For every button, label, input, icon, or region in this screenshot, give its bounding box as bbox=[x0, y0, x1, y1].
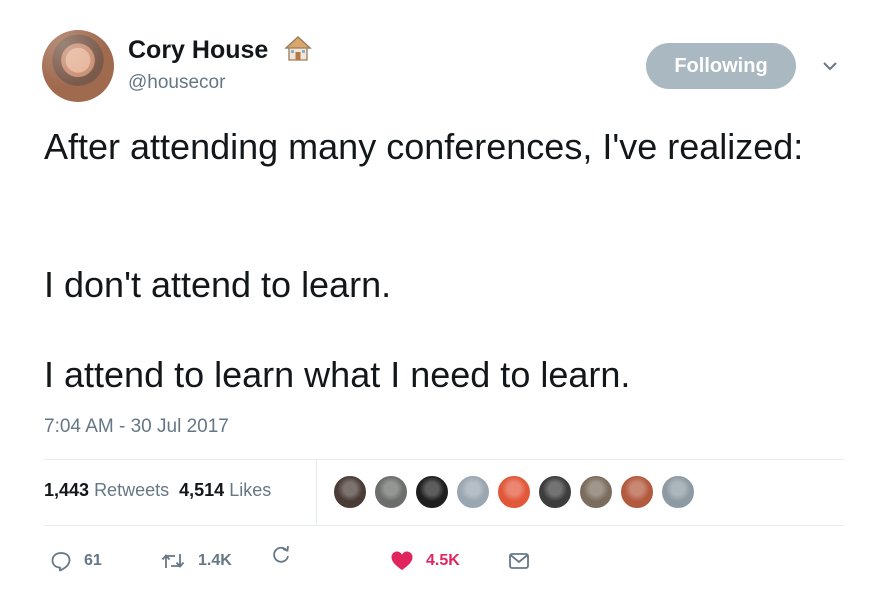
likes-count: 4,514 bbox=[179, 480, 225, 500]
sync-icon bbox=[273, 545, 289, 563]
reply-icon bbox=[51, 552, 71, 572]
like-count: 4.5K bbox=[426, 552, 460, 569]
retweet-action[interactable]: 1.4K bbox=[160, 546, 232, 576]
stats-divider bbox=[316, 459, 317, 525]
author-avatar[interactable] bbox=[42, 30, 114, 102]
retweet-icon bbox=[161, 554, 185, 568]
tweet-paragraph: I don't attend to learn. bbox=[44, 264, 392, 305]
retweet-count: 1.4K bbox=[198, 552, 232, 569]
following-button[interactable]: Following bbox=[646, 43, 796, 89]
likers-avatars bbox=[332, 474, 732, 510]
mail-icon bbox=[509, 553, 529, 569]
likes-label: Likes bbox=[229, 480, 272, 500]
retweets-label: Retweets bbox=[94, 480, 170, 500]
author-handle[interactable]: @housecor bbox=[128, 72, 225, 94]
liker-avatar[interactable] bbox=[332, 474, 368, 510]
liker-avatar[interactable] bbox=[578, 474, 614, 510]
tweet-actions: 61 1.4K 4.5K bbox=[0, 545, 880, 576]
liker-avatar[interactable] bbox=[414, 474, 450, 510]
author-name[interactable]: Cory House bbox=[128, 36, 268, 65]
like-action[interactable]: 4.5K bbox=[390, 546, 460, 576]
liker-avatar[interactable] bbox=[455, 474, 491, 510]
sync-action[interactable] bbox=[270, 540, 292, 570]
reply-count: 61 bbox=[84, 552, 102, 569]
house-icon bbox=[284, 36, 312, 61]
reply-action[interactable]: 61 bbox=[50, 546, 102, 576]
liker-avatar[interactable] bbox=[619, 474, 655, 510]
divider bbox=[44, 459, 844, 460]
liker-avatar[interactable] bbox=[537, 474, 573, 510]
retweets-stat[interactable]: 1,443 Retweets bbox=[44, 480, 169, 500]
tweet-paragraph: I attend to learn what I need to learn. bbox=[44, 354, 631, 395]
liker-avatar[interactable] bbox=[496, 474, 532, 510]
message-action[interactable] bbox=[508, 546, 530, 576]
tweet-stats: 1,443 Retweets 4,514 Likes bbox=[44, 480, 271, 501]
liker-avatar[interactable] bbox=[660, 474, 696, 510]
divider bbox=[44, 525, 844, 526]
chevron-down-icon[interactable] bbox=[820, 58, 840, 74]
avatar-shade bbox=[42, 30, 114, 102]
liker-avatar[interactable] bbox=[373, 474, 409, 510]
tweet-timestamp[interactable]: 7:04 AM - 30 Jul 2017 bbox=[44, 416, 229, 438]
tweet-paragraph: After attending many conferences, I've r… bbox=[44, 126, 804, 167]
likes-stat[interactable]: 4,514 Likes bbox=[179, 480, 271, 500]
retweets-count: 1,443 bbox=[44, 480, 90, 500]
heart-icon bbox=[391, 551, 413, 570]
